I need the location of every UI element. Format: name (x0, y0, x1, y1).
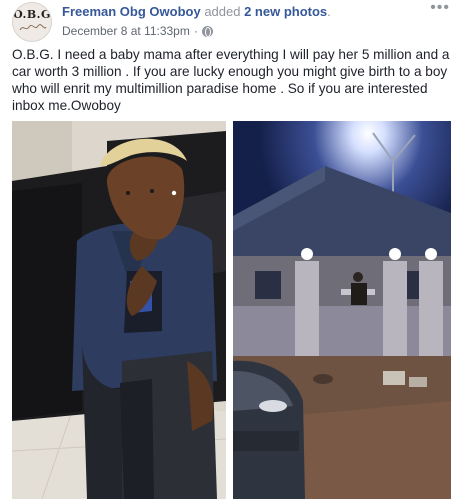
post-action: added 2 new photos. (204, 4, 330, 19)
avatar[interactable]: O.B.G (12, 2, 52, 42)
post-meta: December 8 at 11:33pm · (62, 24, 213, 38)
more-options-button[interactable]: ••• (430, 0, 450, 16)
action-suffix: . (327, 4, 331, 19)
globe-icon[interactable] (201, 25, 213, 37)
meta-separator: · (193, 24, 198, 38)
post-title: Freeman Obg Owoboy added 2 new photos. (62, 4, 331, 19)
avatar-logo-text: O.B.G (13, 8, 51, 21)
man-on-sofa-photo (12, 121, 226, 499)
photo-man-on-sofa[interactable] (12, 121, 226, 499)
timestamp-link[interactable]: December 8 at 11:33pm (62, 24, 190, 38)
avatar-script-icon (19, 24, 47, 31)
photos-count-link[interactable]: 2 new photos (244, 4, 327, 19)
author-link[interactable]: Freeman Obg Owoboy (62, 4, 201, 19)
house-at-night-photo (233, 121, 451, 499)
post-header: O.B.G Freeman Obg Owoboy added 2 new pho… (12, 0, 452, 42)
action-prefix: added (204, 4, 241, 19)
photo-house-at-night[interactable] (233, 121, 451, 499)
post-body-text: O.B.G. I need a baby mama after everythi… (12, 47, 450, 113)
